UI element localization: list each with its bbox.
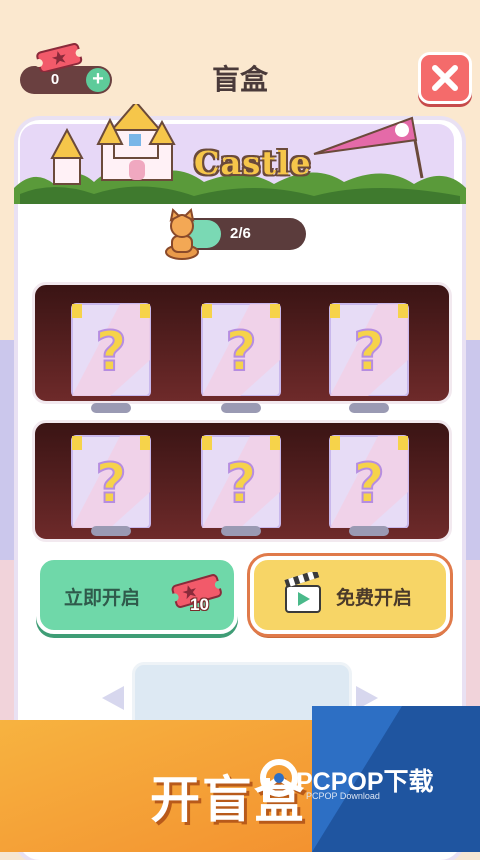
box-stand (349, 403, 389, 413)
video-ad-icon (284, 572, 321, 613)
collection-progress-text: 2/6 (230, 225, 251, 242)
open-now-label: 立即开启 (64, 588, 141, 609)
theme-name: Castle (194, 144, 312, 182)
mystery-box-6[interactable]: ? (328, 432, 410, 529)
svg-text:?: ? (225, 320, 256, 383)
box-stand (349, 526, 389, 536)
svg-text:?: ? (353, 320, 384, 383)
svg-text:?: ? (225, 452, 256, 515)
mystery-box-4[interactable]: ? (70, 432, 152, 529)
pcpop-logo-icon (260, 759, 298, 802)
close-icon (432, 65, 458, 91)
mystery-box-1[interactable]: ? (70, 300, 152, 397)
box-stand (91, 403, 131, 413)
mystery-box-3[interactable]: ? (328, 300, 410, 397)
close-button[interactable] (418, 52, 472, 104)
mystery-box-5[interactable]: ? (200, 432, 282, 529)
free-open-label: 免费开启 (336, 588, 413, 609)
svg-text:?: ? (95, 452, 126, 515)
svg-text:?: ? (353, 452, 384, 515)
box-stand (221, 526, 261, 536)
box-stand (221, 403, 261, 413)
mystery-box-2[interactable]: ? (200, 300, 282, 397)
box-stand (91, 526, 131, 536)
pet-avatar-icon (165, 207, 199, 260)
free-open-button[interactable]: 免费开启 (250, 556, 450, 634)
page-title: 盲盒 (211, 64, 268, 95)
previous-arrow-icon[interactable] (102, 686, 124, 710)
svg-text:?: ? (95, 320, 126, 383)
ticket-cost: 10 (190, 595, 209, 614)
open-now-button[interactable]: 立即开启 10 (36, 556, 238, 634)
watermark-subtitle: PCPOP Download (306, 791, 380, 801)
